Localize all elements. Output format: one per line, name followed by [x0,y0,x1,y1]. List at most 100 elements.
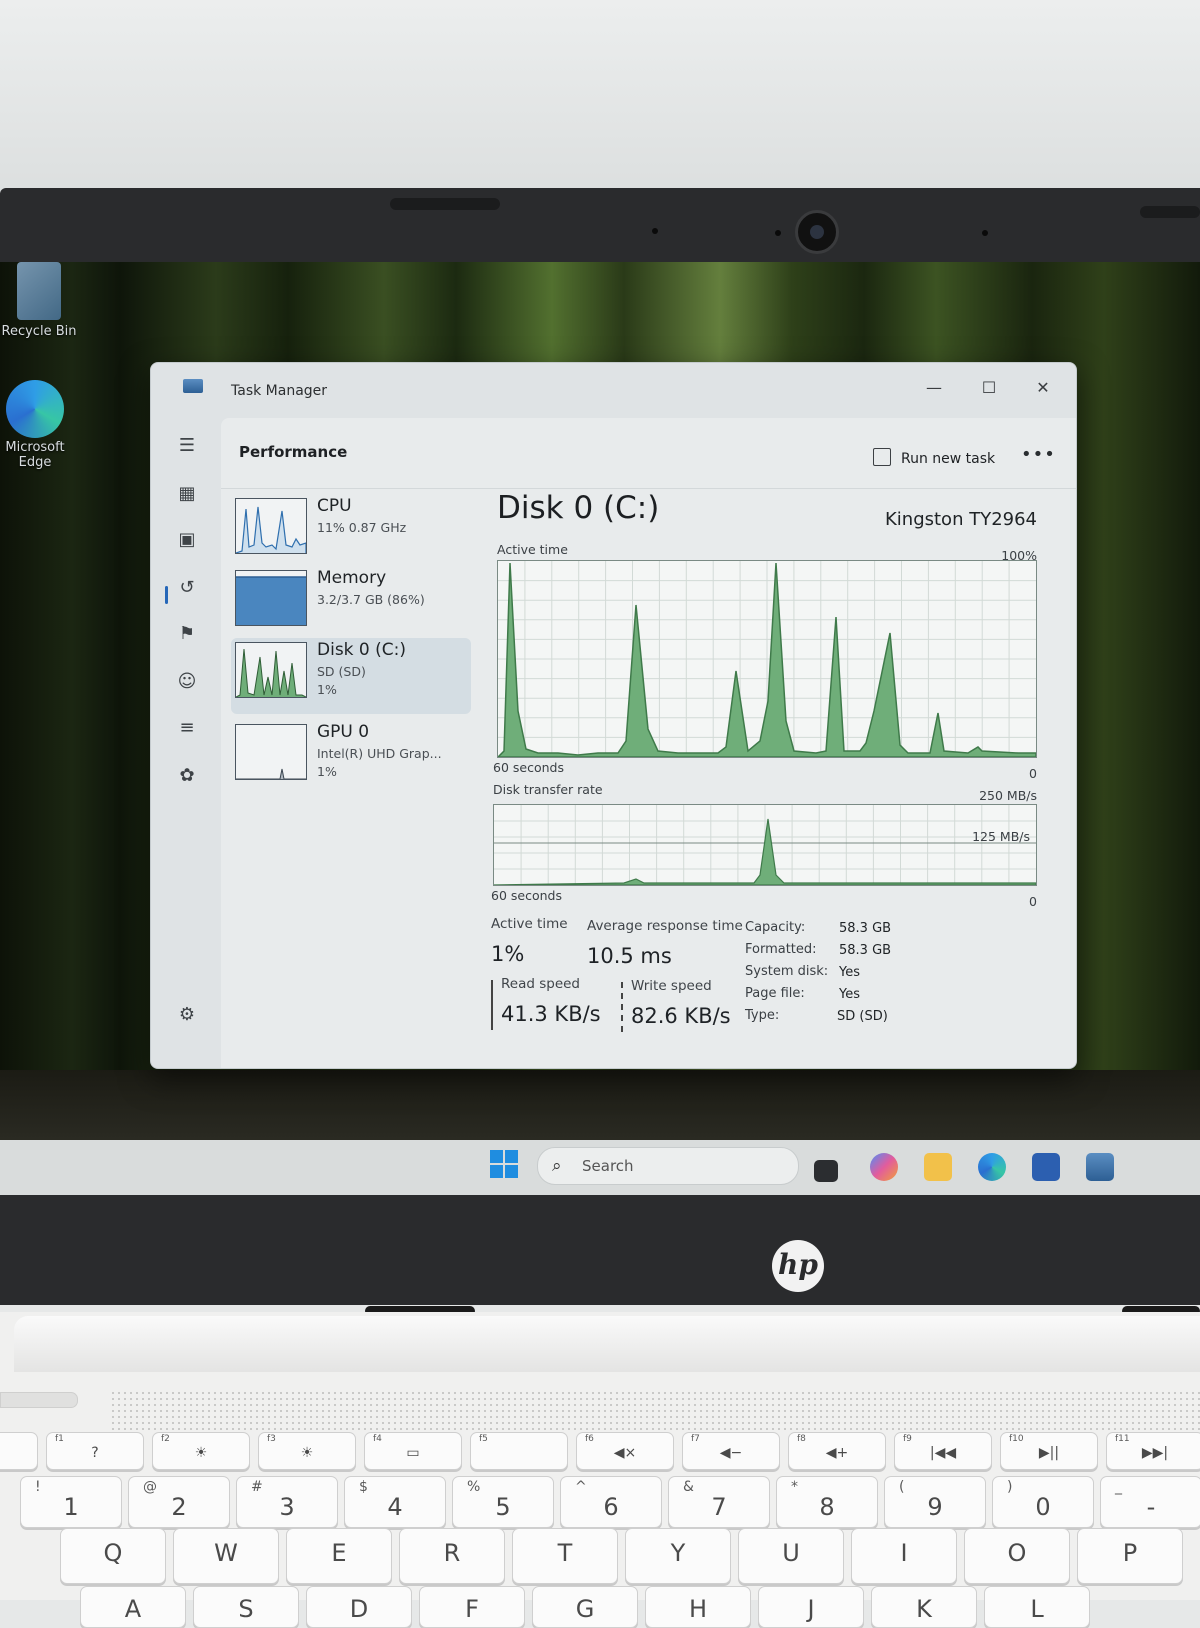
fn-key[interactable]: f3 ☀ [258,1432,356,1470]
title-bar[interactable]: Task Manager — ☐ ✕ [151,363,1076,418]
letter-key[interactable]: K [871,1586,977,1628]
key-label: 3 [279,1493,295,1521]
task-manager-taskbar-icon[interactable] [1086,1153,1114,1181]
users-icon[interactable]: ☺ [175,670,199,694]
letter-key[interactable]: Q [60,1528,166,1584]
task-view-icon[interactable] [814,1160,838,1182]
avg-response-label: Average response time [587,918,743,934]
key-label: ☀ [300,1445,314,1461]
settings-gear-icon[interactable]: ⚙ [175,1003,199,1027]
number-key[interactable]: * 8 [776,1476,878,1528]
fn-key[interactable]: f9 |◀◀ [894,1432,992,1470]
start-button[interactable] [490,1150,518,1178]
letter-key[interactable]: L [984,1586,1090,1628]
letter-key[interactable]: E [286,1528,392,1584]
number-key[interactable]: (9 [884,1476,986,1528]
key-label: L [1030,1595,1044,1623]
device-item-gpu[interactable]: GPU 0 Intel(R) UHD Grap... 1% [231,720,471,796]
number-key[interactable]: ^ 6 [560,1476,662,1528]
letter-key[interactable]: R [399,1528,505,1584]
letter-key[interactable]: W [173,1528,279,1584]
close-button[interactable]: ✕ [1025,375,1061,401]
property-label: Capacity: [745,920,806,935]
letter-key[interactable]: O [964,1528,1070,1584]
write-speed-label: Write speed [631,978,712,994]
taskbar-search-box[interactable]: ⌕ Search [537,1147,799,1185]
number-key[interactable]: @2 [128,1476,230,1528]
property-label: System disk: [745,964,829,979]
device-stat: SD (SD) [317,664,366,679]
letter-key[interactable]: Y [625,1528,731,1584]
device-item-cpu[interactable]: CPU 11% 0.87 GHz [231,494,471,562]
fn-key[interactable]: f7 ◀− [682,1432,780,1470]
maximize-button[interactable]: ☐ [971,375,1007,401]
store-icon[interactable] [1032,1153,1060,1181]
webcam [795,210,839,254]
device-name: Memory [317,568,387,588]
key-label: S [238,1595,254,1623]
number-key[interactable]: % 5 [452,1476,554,1528]
desktop-icon-edge[interactable]: Microsoft Edge [0,380,70,470]
number-key[interactable]: & 7 [668,1476,770,1528]
read-speed-label: Read speed [501,976,580,992]
desktop-icon-recycle-bin[interactable]: Recycle Bin [0,262,78,339]
device-item-memory[interactable]: Memory 3.2/3.7 GB (86%) [231,566,471,634]
fn-key[interactable]: f6 ◀× [576,1432,674,1470]
transfer-rate-mid-label: 125 MB/s [972,829,1030,844]
fn-key[interactable]: f4 ▭ [364,1432,462,1470]
letter-key[interactable]: T [512,1528,618,1584]
fn-key[interactable]: esc [0,1432,38,1470]
letter-key[interactable]: P [1077,1528,1183,1584]
mic-dot [652,228,658,234]
startup-apps-icon[interactable]: ⚑ [175,622,199,646]
number-key[interactable]: ) 0 [992,1476,1094,1528]
content-header: Performance Run new task ••• [221,418,1076,489]
edge-taskbar-icon[interactable] [978,1153,1006,1181]
file-explorer-icon[interactable] [924,1153,952,1181]
processes-icon[interactable]: ▦ [175,482,199,506]
device-stat: 11% 0.87 GHz [317,520,407,535]
fn-key[interactable]: f8 ◀+ [788,1432,886,1470]
letter-key[interactable]: A [80,1586,186,1628]
fn-key[interactable]: f11 ▶▶| [1106,1432,1200,1470]
services-icon[interactable]: ✿ [175,764,199,788]
number-key[interactable]: $4 [344,1476,446,1528]
device-name: GPU 0 [317,722,370,742]
run-task-icon [873,448,891,466]
active-time-graph-label: Active time [497,542,568,557]
details-icon[interactable]: ≡ [175,716,199,740]
letter-key[interactable]: S [193,1586,299,1628]
app-history-icon[interactable]: ↺ [175,576,199,600]
number-key[interactable]: ! 1 [20,1476,122,1528]
fn-key[interactable]: f10 ▶|| [1000,1432,1098,1470]
fn-key[interactable]: f1? [46,1432,144,1470]
gpu-thumbnail-graph [235,724,307,780]
key-label: 5 [495,1493,511,1521]
hamburger-menu-icon[interactable]: ☰ [175,434,199,458]
more-options-icon[interactable]: ••• [1021,444,1056,465]
letter-key[interactable]: D [306,1586,412,1628]
number-key[interactable]: #3 [236,1476,338,1528]
letter-key[interactable]: I [851,1528,957,1584]
letter-key[interactable]: U [738,1528,844,1584]
key-label: P [1122,1539,1138,1567]
run-new-task-button[interactable]: Run new task [873,448,995,467]
fn-key[interactable]: f2 ☀ [152,1432,250,1470]
minimize-button[interactable]: — [916,375,952,401]
performance-icon[interactable]: ▣ [175,528,199,552]
number-key[interactable]: _ - [1100,1476,1200,1528]
key-label: ◀− [719,1445,743,1461]
edge-icon [6,380,64,438]
device-stat: Intel(R) UHD Grap... [317,746,442,761]
performance-content: Performance Run new task ••• CPU 11% 0.8… [221,418,1076,1068]
fn-key[interactable]: f5 [470,1432,568,1470]
avg-response-value: 10.5 ms [587,944,672,968]
key-label: ◀× [613,1445,637,1461]
letter-key[interactable]: H [645,1586,751,1628]
letter-key[interactable]: J [758,1586,864,1628]
letter-key[interactable]: G [532,1586,638,1628]
letter-key[interactable]: F [419,1586,525,1628]
device-item-disk[interactable]: Disk 0 (C:) SD (SD) 1% [231,638,471,714]
copilot-icon[interactable] [870,1153,898,1181]
power-button[interactable] [0,1392,78,1408]
